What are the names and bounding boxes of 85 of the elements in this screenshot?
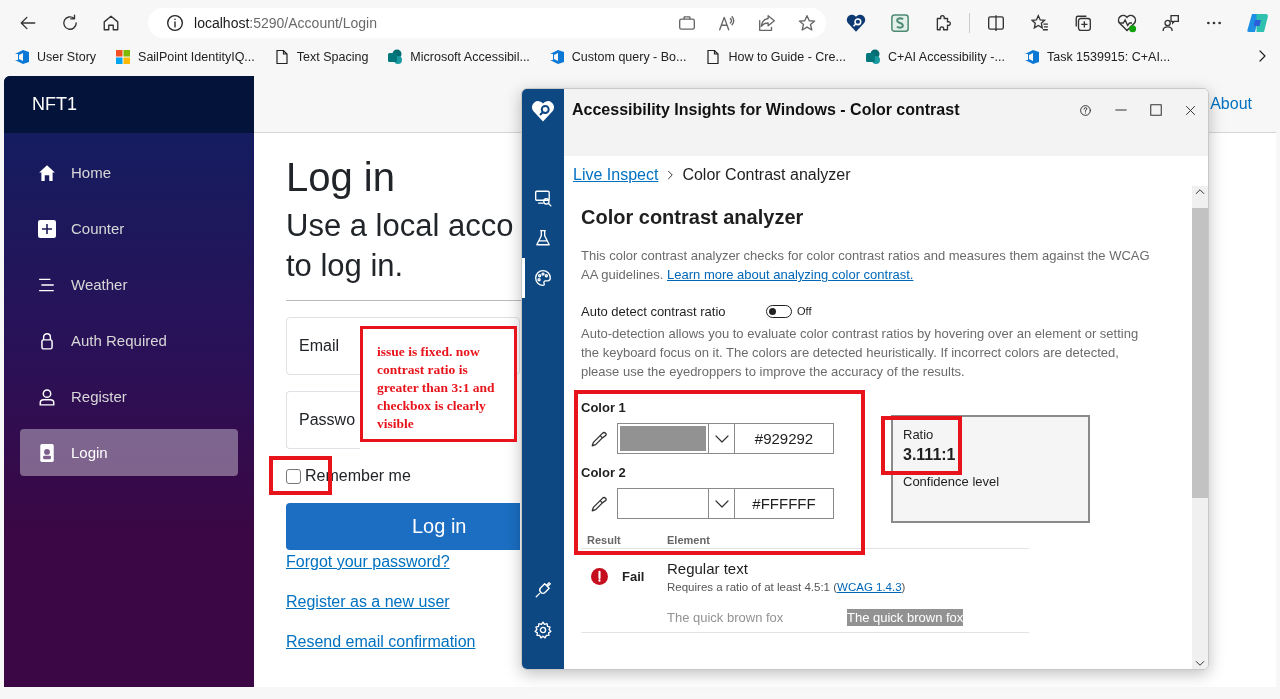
checkbox[interactable] xyxy=(286,468,301,484)
nav-item[interactable]: Register xyxy=(20,373,238,420)
bookmark[interactable]: Custom query - Bo... xyxy=(548,49,687,65)
lock-icon xyxy=(38,331,56,350)
eyedropper-icon[interactable] xyxy=(590,494,608,513)
column-header: Result xyxy=(586,533,622,548)
ratio-label: Ratio xyxy=(903,426,935,444)
bookmark[interactable]: Text Spacing xyxy=(273,49,369,65)
briefcase-icon[interactable] xyxy=(678,14,697,32)
login-button[interactable]: Log in xyxy=(286,503,520,550)
color-label: Color 2 xyxy=(581,464,627,482)
element-title: Regular text xyxy=(667,559,749,579)
refresh-icon[interactable] xyxy=(60,14,79,32)
home-icon xyxy=(38,163,56,182)
plug-icon[interactable] xyxy=(534,581,552,599)
share-icon[interactable] xyxy=(758,14,777,32)
color-label: Color 1 xyxy=(581,399,627,417)
badge-icon xyxy=(38,443,56,462)
column-header: Element xyxy=(667,533,710,548)
palette-icon[interactable] xyxy=(534,269,552,287)
bookmark[interactable]: SailPoint IdentityIQ... xyxy=(115,49,255,65)
flask-icon[interactable] xyxy=(534,229,552,247)
learn-more-link[interactable]: Learn more about analyzing color contrast. xyxy=(667,267,914,282)
breadcrumb-current: Color Contrast analyzer xyxy=(682,166,851,184)
maximize-icon[interactable] xyxy=(1148,103,1163,117)
document-icon xyxy=(705,49,722,65)
toggle-label: Auto detect contrast ratio xyxy=(581,303,727,319)
plus-square-icon xyxy=(38,219,56,238)
read-aloud-icon[interactable] xyxy=(718,14,737,32)
scrollbar[interactable] xyxy=(1192,186,1208,669)
hex-field[interactable]: #FFFFFF xyxy=(735,488,834,519)
section-heading: Color contrast analyzer xyxy=(581,205,805,230)
link[interactable]: Forgot your password? xyxy=(286,550,476,574)
color-swatch[interactable] xyxy=(617,488,709,519)
document-icon xyxy=(273,49,290,65)
info-icon[interactable] xyxy=(166,14,185,32)
wcag-link[interactable]: WCAG 1.4.3 xyxy=(837,581,902,593)
ratio-value: 3.111:1 xyxy=(903,445,957,465)
four-squares-icon xyxy=(115,49,132,65)
brand-title[interactable]: NFT1 xyxy=(4,76,254,133)
eyedropper-icon[interactable] xyxy=(590,429,608,448)
bookmark[interactable]: Task 1539915: C+AI... xyxy=(1023,49,1171,65)
page-title: Log in xyxy=(286,154,395,201)
close-icon[interactable] xyxy=(1184,103,1197,117)
bookmark[interactable]: User Story xyxy=(14,49,97,65)
puzzle-drawing xyxy=(934,14,953,32)
toggle-switch[interactable] xyxy=(766,304,792,318)
monitor-search-icon[interactable] xyxy=(534,189,552,207)
settings-icon[interactable] xyxy=(534,621,552,639)
bookmark[interactable]: Microsoft Accessibil... xyxy=(387,49,530,65)
bookmark[interactable]: C+AI Accessibility -... xyxy=(864,49,1005,65)
requirement-text: Requires a ratio of at least 4.5:1 (WCAG 1.4.3) xyxy=(667,580,907,595)
nav-item[interactable]: Weather xyxy=(20,261,238,308)
link[interactable]: Resend email confirmation xyxy=(286,630,476,654)
sample-text: The quick brown fox xyxy=(847,609,964,626)
annotation-note: issue is fixed. now contrast ratio is greater than 3:1 and checkbox is clearly visible xyxy=(360,326,517,442)
input-field[interactable]: Passwo xyxy=(286,391,360,449)
result-text: Fail xyxy=(622,568,645,584)
dropdown-button[interactable] xyxy=(709,488,735,519)
address-field[interactable]: localhost:5290/Account/Login xyxy=(148,8,827,38)
home-icon[interactable] xyxy=(102,14,121,32)
hex-field[interactable]: #929292 xyxy=(735,423,834,454)
nav-item[interactable]: Home xyxy=(20,149,238,196)
back-arrow-icon[interactable] xyxy=(18,14,37,32)
dropdown-button[interactable] xyxy=(709,423,735,454)
subtitle: Use a local acco xyxy=(286,207,514,245)
heart-logo-icon xyxy=(531,99,555,123)
window-title: Accessibility Insights for Windows - Color contrast xyxy=(572,100,960,120)
link[interactable]: Register as a new user xyxy=(286,590,476,614)
help-text: Auto-detection allows you to evaluate color contrast ratios by hovering over an element or setting the keyboard focus on it. The colors are detected heuristically. If incorrect colors are detected, please use the eyedroppers to improve the accuracy of the results. xyxy=(581,325,1140,381)
help-icon[interactable] xyxy=(1079,103,1092,117)
star-icon[interactable] xyxy=(798,14,817,32)
bookmark[interactable]: How to Guide - Cre... xyxy=(705,49,846,65)
breadcrumb-link[interactable]: Live Inspect xyxy=(573,166,659,184)
nav-item[interactable]: Counter xyxy=(20,205,238,252)
color-swatch[interactable] xyxy=(617,423,709,454)
description: This color contrast analyzer checks for color contrast ratios and measures them against the WCAG AA guidelines. Learn more about analyzing color contrast. xyxy=(581,247,1151,284)
confidence-label: Confidence level xyxy=(903,474,1001,489)
about-link[interactable]: About xyxy=(1210,95,1252,113)
toggle-state: Off xyxy=(797,305,812,317)
nav-item[interactable]: Auth Required xyxy=(20,317,238,364)
nav-item[interactable]: Login xyxy=(20,429,238,476)
subtitle: to log in. xyxy=(286,247,404,285)
person-icon xyxy=(38,387,56,406)
error-icon xyxy=(591,567,608,585)
